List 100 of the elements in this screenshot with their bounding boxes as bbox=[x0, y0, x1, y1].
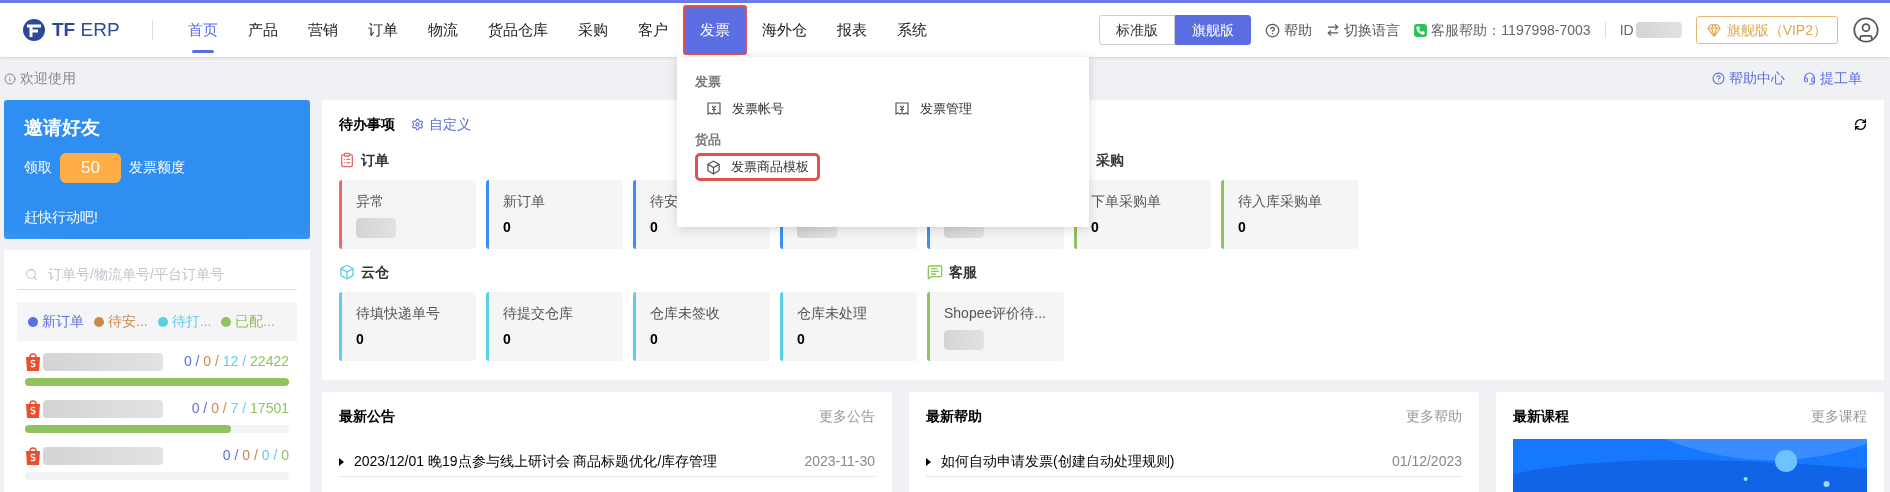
invite-text: 领取 bbox=[24, 158, 52, 177]
todo-card[interactable]: 仓库未处理 0 bbox=[780, 292, 917, 361]
order-count: 7 / bbox=[230, 399, 248, 418]
card-value: 0 bbox=[1238, 218, 1247, 236]
shopping-bag-icon bbox=[25, 446, 41, 465]
card-label: 待安 bbox=[650, 192, 679, 210]
order-count: 0 / bbox=[211, 399, 228, 418]
todo-card[interactable]: 异常 bbox=[339, 180, 476, 249]
card-label: 异常 bbox=[356, 192, 385, 210]
todo-card[interactable]: 仓库未签收 0 bbox=[633, 292, 770, 361]
search-icon bbox=[25, 268, 38, 281]
card-label: 待填快递单号 bbox=[356, 304, 441, 322]
help-icon bbox=[1265, 22, 1281, 38]
legend-label: 待安... bbox=[108, 312, 148, 331]
card-label: 待提交仓库 bbox=[503, 304, 574, 322]
panel-title: 最新公告 bbox=[339, 407, 395, 426]
card-value: 0 bbox=[356, 330, 365, 348]
todo-card[interactable]: 待入库采购单 0 bbox=[1221, 180, 1358, 249]
id-label: ID bbox=[1619, 20, 1634, 40]
caret-icon bbox=[926, 457, 931, 466]
section-title: 客服 bbox=[949, 262, 977, 282]
help-center-link[interactable]: 帮助中心 bbox=[1712, 68, 1785, 89]
news-link[interactable]: 如何自动申请发票(创建自动处理规则) bbox=[941, 451, 1175, 472]
order-count: 0 / bbox=[183, 352, 201, 371]
card-label: 仓库未签收 bbox=[650, 304, 721, 322]
nav-tab[interactable]: 订单 bbox=[352, 5, 413, 55]
nav-tab[interactable]: 采购 bbox=[562, 5, 623, 55]
legend-label: 已配... bbox=[235, 312, 275, 331]
order-count: 0 / bbox=[222, 446, 240, 465]
order-count: 22422 bbox=[250, 352, 289, 371]
menu-item[interactable]: 发票商品模板 bbox=[694, 153, 820, 181]
order-count: 0 / bbox=[261, 446, 279, 465]
blurred-value bbox=[944, 330, 984, 350]
amount-badge: 50 bbox=[60, 152, 121, 183]
search-field[interactable]: 订单号/物流单号/平台订单号 bbox=[48, 264, 289, 285]
todo-card[interactable]: 待填快递单号 0 bbox=[339, 292, 476, 361]
card-value: 0 bbox=[1091, 218, 1100, 236]
receipt-icon bbox=[705, 101, 722, 117]
card-label: 待入库采购单 bbox=[1238, 192, 1323, 210]
headset-icon bbox=[1803, 72, 1816, 85]
card-label: 仓库未处理 bbox=[797, 304, 868, 322]
card-label: 新订单 bbox=[503, 192, 546, 210]
shopping-bag-icon bbox=[25, 352, 41, 371]
logo-icon bbox=[22, 18, 46, 42]
menu-group-title: 发票 bbox=[694, 73, 722, 91]
card-value: 0 bbox=[503, 330, 512, 348]
order-count: 17501 bbox=[250, 399, 289, 418]
section-title: 采购 bbox=[1096, 150, 1124, 170]
todo-card[interactable]: 待提交仓库 0 bbox=[486, 292, 623, 361]
card-value: 0 bbox=[650, 330, 659, 348]
refresh-icon[interactable] bbox=[1854, 118, 1867, 131]
menu-item[interactable]: 发票管理 bbox=[882, 95, 983, 123]
order-count: 0 / bbox=[191, 399, 209, 418]
legend-label: 新订单 bbox=[42, 312, 84, 331]
todo-card[interactable]: 下单采购单 0 bbox=[1074, 180, 1211, 249]
gear-icon bbox=[411, 118, 424, 131]
invite-title: 邀请好友 bbox=[24, 116, 101, 140]
news-link[interactable]: 2023/12/01 晚19点参与线上研讨会 商品标题优化/库存管理 bbox=[354, 451, 718, 472]
nav-tab[interactable]: 客户 bbox=[622, 5, 683, 55]
help-icon bbox=[1712, 72, 1725, 85]
diamond-icon bbox=[1706, 23, 1721, 37]
welcome-text: 欢迎使用 bbox=[20, 69, 76, 88]
card-label: 下单采购单 bbox=[1091, 192, 1162, 210]
nav-tab[interactable]: 物流 bbox=[412, 5, 473, 55]
edition-toggle[interactable]: 旗舰版 bbox=[1175, 15, 1252, 45]
todo-title: 待办事项 bbox=[339, 115, 395, 134]
language-link[interactable]: 切换语言 bbox=[1326, 19, 1401, 41]
ticket-link[interactable]: 提工单 bbox=[1803, 68, 1862, 89]
logo-text: TF ERP bbox=[52, 17, 120, 42]
panel-title: 最新课程 bbox=[1513, 407, 1569, 426]
message-icon bbox=[927, 264, 943, 280]
nav-tab[interactable]: 首页 bbox=[172, 5, 233, 55]
card-value: 0 bbox=[650, 218, 659, 236]
nav-tab[interactable]: 海外仓 bbox=[746, 5, 822, 55]
nav-tab[interactable]: 报表 bbox=[821, 5, 882, 55]
shopping-bag-icon bbox=[25, 399, 41, 418]
avatar-icon[interactable] bbox=[1852, 16, 1880, 44]
todo-card[interactable]: Shopee评价待... bbox=[927, 292, 1064, 361]
order-count: 0 / bbox=[203, 352, 220, 371]
order-count: 12 / bbox=[222, 352, 248, 371]
todo-card[interactable]: 新订单 0 bbox=[486, 180, 623, 249]
nav-tab[interactable]: 营销 bbox=[292, 5, 353, 55]
edition-toggle[interactable]: 标准版 bbox=[1099, 15, 1176, 45]
nav-tab[interactable]: 货品仓库 bbox=[472, 5, 563, 55]
panel-title: 最新帮助 bbox=[926, 407, 982, 426]
menu-item[interactable]: 发票帐号 bbox=[694, 95, 795, 123]
card-label: Shopee评价待... bbox=[944, 304, 1047, 322]
invite-cta: 赶快行动吧! bbox=[24, 207, 99, 227]
customize-link[interactable]: 自定义 bbox=[411, 114, 471, 135]
news-date: 01/12/2023 bbox=[1391, 452, 1462, 471]
blurred-value bbox=[356, 218, 396, 238]
menu-group-title: 货品 bbox=[694, 131, 722, 149]
invite-text: 发票额度 bbox=[129, 158, 185, 177]
nav-tab[interactable]: 发票 bbox=[682, 5, 747, 55]
clipboard-icon bbox=[339, 152, 355, 168]
help-link[interactable]: 帮助 bbox=[1265, 19, 1313, 41]
nav-tab[interactable]: 系统 bbox=[881, 5, 942, 55]
card-value: 0 bbox=[797, 330, 806, 348]
nav-tab[interactable]: 产品 bbox=[232, 5, 293, 55]
receipt-icon bbox=[893, 101, 910, 117]
